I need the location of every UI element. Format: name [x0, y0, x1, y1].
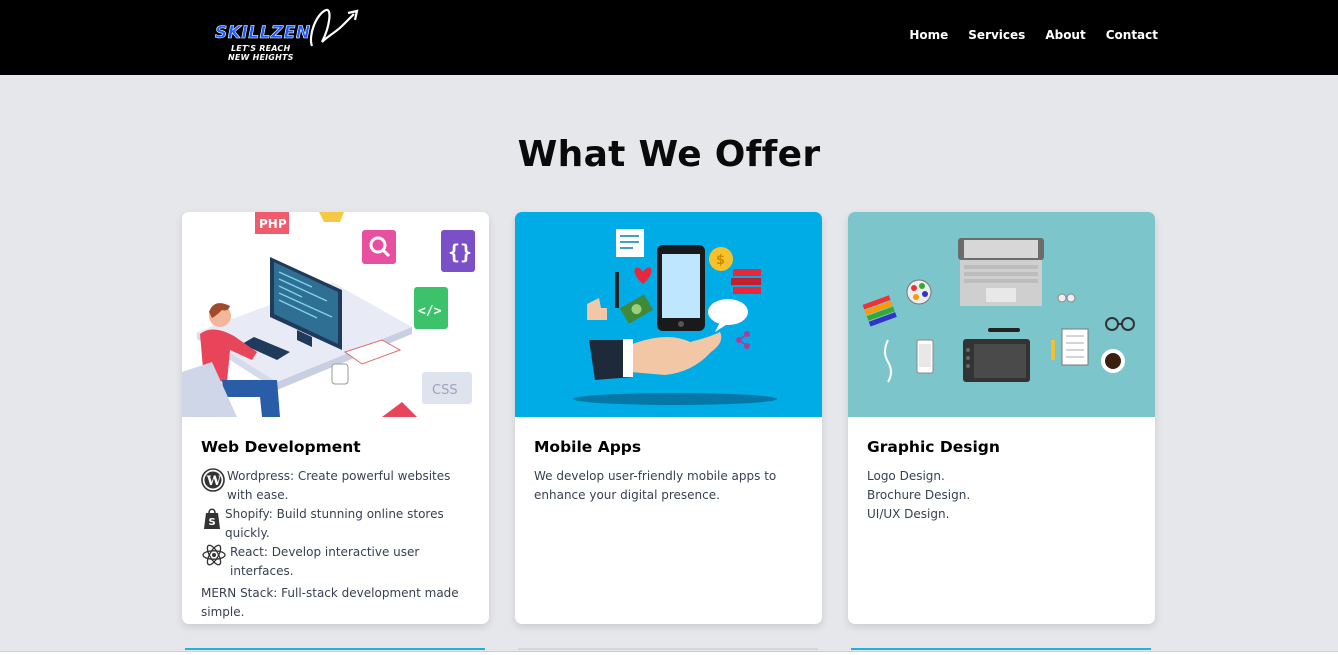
wordpress-icon: W	[201, 467, 227, 492]
horizontal-scrollbar[interactable]	[0, 651, 1338, 655]
service-line: UI/UX Design.	[867, 507, 950, 521]
brand-logo[interactable]: SKILLZEN LET'S REACH NEW HEIGHTS	[212, 6, 362, 66]
next-card-edge	[518, 648, 818, 650]
svg-text:W: W	[206, 474, 222, 489]
card-body: W Wordpress: Create powerful websites wi…	[201, 467, 476, 622]
card-body: Logo Design. Brochure Design. UI/UX Desi…	[867, 467, 1142, 524]
card-description: We develop user-friendly mobile apps to …	[534, 469, 777, 502]
list-item: React: Develop interactive user interfac…	[201, 543, 476, 581]
card-title: Mobile Apps	[534, 438, 642, 456]
react-icon	[201, 543, 230, 566]
svg-text:$: $	[716, 253, 725, 268]
main-nav: Home Services About Contact	[889, 28, 1158, 42]
service-line: Brochure Design.	[867, 488, 971, 502]
navbar: SKILLZEN LET'S REACH NEW HEIGHTS Home Se…	[0, 0, 1338, 75]
nav-link-about[interactable]: About	[1045, 28, 1085, 42]
list-item: MERN Stack: Full-stack development made …	[201, 584, 476, 622]
nav-link-services[interactable]: Services	[968, 28, 1025, 42]
web-development-illustration: PHP {} </> CSS	[182, 212, 489, 417]
logo-tagline: NEW HEIGHTS	[228, 53, 294, 62]
card-web-development: PHP {} </> CSS Web Development W Wordpre…	[182, 212, 489, 624]
card-graphic-design: Graphic Design Logo Design. Brochure Des…	[848, 212, 1155, 624]
svg-text:CSS: CSS	[432, 383, 458, 398]
svg-text:</>: </>	[418, 304, 442, 319]
next-card-edge	[185, 648, 485, 650]
card-title: Web Development	[201, 438, 361, 456]
svg-text:S: S	[209, 517, 216, 528]
card-title: Graphic Design	[867, 438, 1000, 456]
section-title: What We Offer	[517, 134, 821, 175]
list-item-text: Wordpress: Create powerful websites with…	[227, 469, 451, 502]
shopify-icon: S	[201, 505, 225, 530]
swoosh-arrow-icon	[309, 8, 359, 47]
list-item-text: MERN Stack: Full-stack development made …	[201, 586, 459, 619]
next-card-edge	[851, 648, 1151, 650]
svg-text:{}: {}	[448, 240, 472, 264]
logo-tagline: LET'S REACH	[231, 44, 291, 53]
list-item-text: React: Develop interactive user interfac…	[230, 545, 420, 578]
nav-link-home[interactable]: Home	[909, 28, 948, 42]
nav-link-contact[interactable]: Contact	[1106, 28, 1158, 42]
list-item: W Wordpress: Create powerful websites wi…	[201, 467, 476, 505]
card-mobile-apps: $ Mobile Apps We develop user-friendly m…	[515, 212, 822, 624]
graphic-design-illustration	[848, 212, 1155, 417]
list-item: S Shopify: Build stunning online stores …	[201, 505, 476, 543]
list-item-text: Shopify: Build stunning online stores qu…	[225, 507, 444, 540]
svg-text:PHP: PHP	[259, 217, 287, 231]
logo-wordmark: SKILLZEN	[215, 23, 311, 44]
service-line: Logo Design.	[867, 469, 945, 483]
mobile-apps-illustration: $	[515, 212, 822, 417]
